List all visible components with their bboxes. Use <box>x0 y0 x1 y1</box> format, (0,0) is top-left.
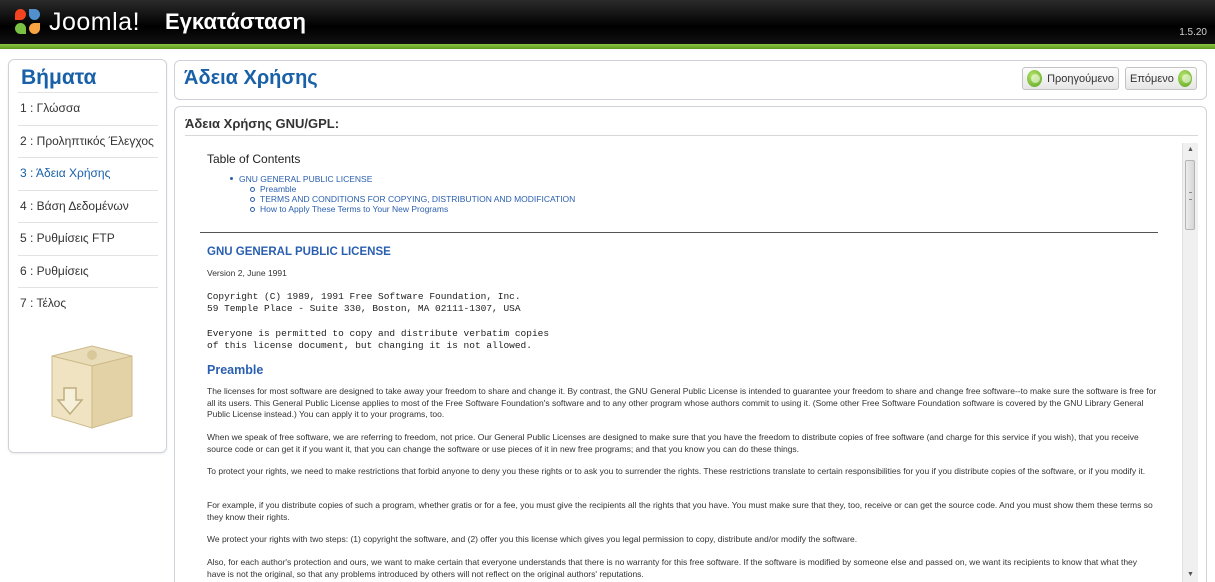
copyright-line-2: 59 Temple Place - Suite 330, Boston, MA … <box>207 303 521 314</box>
step-database: 4 : Βάση Δεδομένων <box>18 189 158 223</box>
steps-list: 1 : Γλώσσα 2 : Προληπτικός Έλεγχος 3 : Ά… <box>18 92 158 320</box>
step-ftp: 5 : Ρυθμίσεις FTP <box>18 222 158 255</box>
license-panel: Άδεια Χρήσης GNU/GPL: Table of Contents … <box>174 106 1207 582</box>
copyright-line-1: Copyright (C) 1989, 1991 Free Software F… <box>207 291 521 302</box>
steps-title: Βήματα <box>21 66 97 89</box>
main-header: Άδεια Χρήσης Προηγούμενο Επόμενο <box>174 60 1207 100</box>
previous-button[interactable]: Προηγούμενο <box>1022 67 1119 90</box>
steps-sidebar: Βήματα 1 : Γλώσσα 2 : Προληπτικός Έλεγχο… <box>8 59 167 453</box>
toc-title: Table of Contents <box>207 152 301 166</box>
license-section-title: Άδεια Χρήσης GNU/GPL: <box>185 116 340 131</box>
joomla-logo-icon <box>13 7 43 37</box>
permission-line-2: of this license document, but changing i… <box>207 340 532 351</box>
joomla-logo: Joomla! <box>13 6 140 38</box>
scroll-up-arrow-icon[interactable]: ▲ <box>1186 145 1195 155</box>
preamble-paragraph: We protect your rights with two steps: (… <box>207 534 858 544</box>
top-bar: Joomla! Εγκατάσταση 1.5.20 <box>0 0 1215 44</box>
permission-line-1: Everyone is permitted to copy and distri… <box>207 328 550 339</box>
toc-link-how-to-apply[interactable]: How to Apply These Terms to Your New Pro… <box>230 204 575 214</box>
preamble-paragraph: The licenses for most software are desig… <box>207 386 1157 419</box>
preamble-heading: Preamble <box>207 363 264 377</box>
previous-button-label: Προηγούμενο <box>1047 72 1114 85</box>
toc-link-preamble[interactable]: Preamble <box>230 184 575 194</box>
preamble-paragraph: When we speak of free software, we are r… <box>207 432 1139 454</box>
step-configuration: 6 : Ρυθμίσεις <box>18 254 158 288</box>
header-divider <box>0 44 1215 49</box>
preamble-paragraph: For example, if you distribute copies of… <box>207 500 1153 522</box>
section-divider <box>185 135 1198 136</box>
toc-divider <box>200 232 1158 233</box>
license-text-frame[interactable]: Table of Contents GNU GENERAL PUBLIC LIC… <box>199 144 1184 582</box>
step-license: 3 : Άδεια Χρήσης <box>18 157 158 190</box>
scroll-down-arrow-icon[interactable]: ▼ <box>1186 570 1195 580</box>
step-precheck: 2 : Προληπτικός Έλεγχος <box>18 124 158 158</box>
scrollbar-thumb[interactable] <box>1185 160 1195 230</box>
next-arrow-icon <box>1177 70 1192 87</box>
previous-arrow-icon <box>1027 70 1043 87</box>
toc-link-gpl[interactable]: GNU GENERAL PUBLIC LICENSE <box>230 174 575 184</box>
license-version: Version 2, June 1991 <box>207 268 287 278</box>
logo-text: Joomla! <box>49 8 141 36</box>
license-scrollbar[interactable]: ▲ ▼ <box>1182 143 1198 582</box>
license-heading: GNU GENERAL PUBLIC LICENSE <box>207 246 391 258</box>
preamble-paragraph: Also, for each author's protection and o… <box>207 557 1138 579</box>
preamble-paragraph: To protect your rights, we need to make … <box>207 466 1146 476</box>
step-language: 1 : Γλώσσα <box>18 92 158 125</box>
table-of-contents: GNU GENERAL PUBLIC LICENSE Preamble TERM… <box>230 174 575 214</box>
install-box-icon <box>51 345 133 429</box>
page-header-title: Εγκατάσταση <box>165 9 306 34</box>
next-button-label: Επόμενο <box>1130 72 1174 85</box>
step-finish: 7 : Τέλος <box>18 287 158 320</box>
toc-link-terms[interactable]: TERMS AND CONDITIONS FOR COPYING, DISTRI… <box>230 194 575 204</box>
version-label: 1.5.20 <box>1179 27 1207 38</box>
page-title: Άδεια Χρήσης <box>184 67 318 89</box>
next-button[interactable]: Επόμενο <box>1125 67 1197 90</box>
